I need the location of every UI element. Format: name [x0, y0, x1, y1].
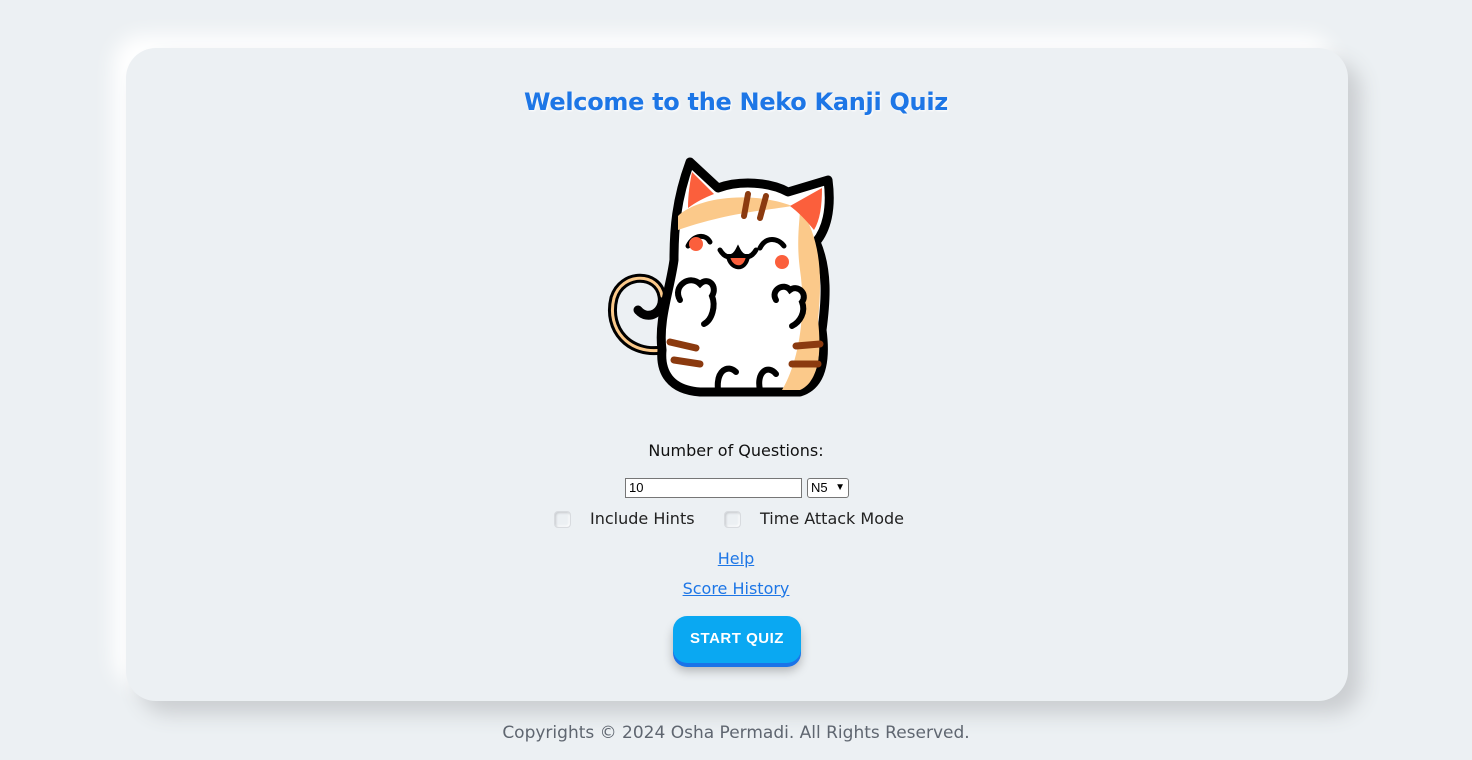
time-attack-option[interactable]: Time Attack Mode	[724, 508, 904, 530]
help-link[interactable]: Help	[0, 548, 1472, 570]
include-hints-checkbox[interactable]	[554, 510, 571, 528]
time-attack-label: Time Attack Mode	[760, 509, 904, 528]
score-history-link[interactable]: Score History	[0, 578, 1472, 600]
include-hints-label: Include Hints	[590, 509, 695, 528]
cat-mascot-icon	[608, 157, 834, 397]
footer-copyright: Copyrights © 2024 Osha Permadi. All Righ…	[502, 723, 970, 743]
questions-input[interactable]: 10	[625, 478, 802, 498]
level-select-value: N5	[811, 480, 828, 495]
chevron-down-icon: ▼	[835, 482, 845, 493]
page-title: Welcome to the Neko Kanji Quiz	[524, 88, 948, 116]
level-select[interactable]: N5 ▼	[807, 478, 849, 498]
start-quiz-button[interactable]: START QUIZ	[673, 616, 801, 663]
include-hints-option[interactable]: Include Hints	[554, 508, 695, 530]
time-attack-checkbox[interactable]	[724, 510, 741, 528]
questions-label: Number of Questions:	[648, 441, 824, 460]
